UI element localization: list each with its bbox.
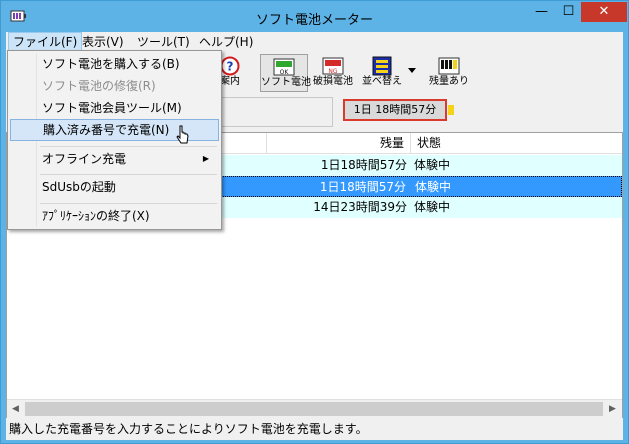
sort-label: 並べ替え (362, 76, 402, 87)
menu-item-launch-sdusb[interactable]: SdUsbの起動 (10, 176, 219, 198)
menu-bar: ファイル(F) 表示(V) ツール(T) ヘルプ(H) (6, 32, 623, 52)
minimize-button[interactable]: — (528, 2, 555, 22)
horizontal-scrollbar[interactable]: ◀ ▶ (7, 399, 622, 418)
submenu-arrow-icon: ▶ (202, 154, 209, 163)
maximize-button[interactable]: ☐ (555, 2, 582, 22)
menu-item-exit[interactable]: ｱﾌﾟﾘｹｰｼｮﾝの終了(X) (10, 205, 219, 227)
cell-remaining: 1日18時間57分 (319, 180, 406, 194)
dropdown-arrow-icon (408, 68, 416, 73)
sort-dropdown-button[interactable] (404, 54, 420, 92)
status-bar: 購入した充電番号を入力することによりソフト電池を充電します。 (6, 418, 623, 440)
remaining-filter-button[interactable]: 残量あり (428, 54, 470, 92)
ng-battery-icon: NG (322, 57, 344, 75)
svg-text:?: ? (227, 60, 234, 74)
broken-battery-label: 破損電池 (313, 76, 353, 87)
sort-icon (372, 56, 392, 76)
menu-tools[interactable]: ツール(T) (133, 32, 194, 52)
soft-battery-label: ソフト電池 (261, 77, 311, 88)
question-icon: ? (220, 56, 240, 76)
cell-remaining: 1日18時間57分 (320, 158, 407, 172)
scroll-left-icon[interactable]: ◀ (7, 400, 24, 418)
cell-status: 体験中 (414, 158, 451, 172)
info-box (221, 97, 333, 127)
menu-item-offline-charge-label: オフライン充電 (42, 152, 127, 166)
scroll-thumb[interactable] (25, 402, 603, 416)
menu-separator (40, 203, 217, 204)
full-battery-icon (438, 57, 460, 75)
sort-button[interactable]: 並べ替え (362, 54, 402, 92)
column-header-status[interactable]: 状態 (411, 133, 622, 153)
cell-remaining: 14日23時間39分 (313, 200, 407, 214)
menu-item-offline-charge[interactable]: オフライン充電 ▶ (10, 148, 219, 170)
ok-battery-icon: OK (273, 58, 295, 76)
battery-remaining-display: 1日 18時間57分 (343, 99, 447, 121)
menu-separator (40, 174, 217, 175)
close-button[interactable]: ✕ (581, 2, 627, 22)
mouse-cursor-icon (176, 125, 189, 144)
menu-file[interactable]: ファイル(F) (8, 32, 83, 52)
menu-help[interactable]: ヘルプ(H) (195, 32, 257, 52)
title-bar[interactable]: ソフト電池メーター — ☐ ✕ (1, 1, 628, 32)
soft-battery-button[interactable]: OK ソフト電池 (260, 54, 311, 92)
svg-text:OK: OK (280, 69, 290, 76)
menu-view[interactable]: 表示(V) (78, 32, 128, 52)
cell-status: 体験中 (415, 180, 452, 194)
menu-separator (40, 146, 217, 147)
svg-text:NG: NG (328, 68, 337, 75)
scroll-right-icon[interactable]: ▶ (604, 400, 621, 418)
broken-battery-button[interactable]: NG 破損電池 (310, 54, 356, 92)
column-header-remaining[interactable]: 残量 (267, 133, 411, 153)
menu-item-buy-battery[interactable]: ソフト電池を購入する(B) (10, 53, 219, 75)
battery-tip (448, 105, 454, 115)
menu-item-member-tool[interactable]: ソフト電池会員ツール(M) (10, 97, 219, 119)
cell-status: 体験中 (414, 200, 451, 214)
remaining-filter-label: 残量あり (429, 76, 469, 87)
menu-item-repair-battery[interactable]: ソフト電池の修復(R) (10, 75, 219, 97)
